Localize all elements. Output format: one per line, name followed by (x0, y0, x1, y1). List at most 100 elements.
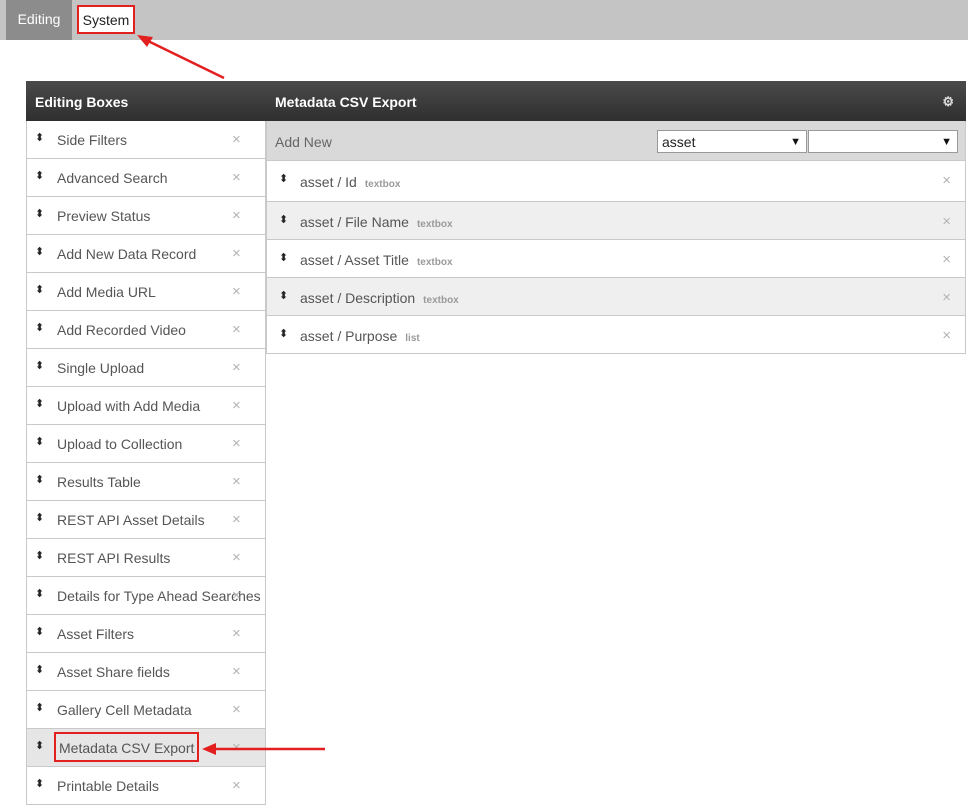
drag-handle-icon[interactable]: ⬍ (35, 131, 44, 144)
list-item[interactable]: ⬍ Asset Filters × (26, 615, 266, 653)
drag-handle-icon[interactable]: ⬍ (35, 397, 44, 410)
close-icon[interactable]: × (232, 283, 241, 300)
field-name: asset / Purpose list (300, 328, 420, 344)
close-icon[interactable]: × (232, 511, 241, 528)
field-name-text: asset / Purpose (300, 328, 398, 344)
add-new-row: Add New asset ▼ ▼ (266, 121, 966, 161)
editing-boxes-panel: Editing Boxes ⬍ Side Filters × ⬍ Advanced Se… (26, 81, 266, 805)
drag-handle-icon[interactable]: ⬍ (279, 172, 288, 185)
close-icon[interactable]: × (942, 213, 951, 230)
list-item-label: Gallery Cell Metadata (57, 702, 192, 718)
drag-handle-icon[interactable]: ⬍ (35, 739, 44, 752)
list-item[interactable]: ⬍ Add Recorded Video × (26, 311, 266, 349)
table-row[interactable]: ⬍ asset / Purpose list × (266, 316, 966, 354)
field-type-badge: list (405, 333, 420, 344)
drag-handle-icon[interactable]: ⬍ (35, 777, 44, 790)
list-item[interactable]: ⬍ Printable Details × (26, 767, 266, 805)
drag-handle-icon[interactable]: ⬍ (35, 207, 44, 220)
list-item[interactable]: ⬍ Add Media URL × (26, 273, 266, 311)
close-icon[interactable]: × (232, 587, 241, 604)
list-item[interactable]: ⬍ Side Filters × (26, 121, 266, 159)
close-icon[interactable]: × (232, 625, 241, 642)
drag-handle-icon[interactable]: ⬍ (35, 169, 44, 182)
drag-handle-icon[interactable]: ⬍ (35, 283, 44, 296)
list-item[interactable]: ⬍ Asset Share fields × (26, 653, 266, 691)
table-row[interactable]: ⬍ asset / Asset Title textbox × (266, 240, 966, 278)
list-item[interactable]: ⬍ Upload to Collection × (26, 425, 266, 463)
list-item-label: Details for Type Ahead Searches (57, 588, 261, 604)
close-icon[interactable]: × (232, 473, 241, 490)
list-item-label: Add New Data Record (57, 246, 197, 262)
field-type-badge: textbox (423, 295, 459, 306)
close-icon[interactable]: × (232, 739, 241, 756)
list-item[interactable]: ⬍ Details for Type Ahead Searches × (26, 577, 266, 615)
table-row[interactable]: ⬍ asset / File Name textbox × (266, 202, 966, 240)
editing-boxes-list: ⬍ Side Filters × ⬍ Advanced Search × ⬍ Preview … (26, 121, 266, 805)
field-select[interactable]: ▼ (808, 130, 958, 153)
field-type-badge: textbox (416, 257, 453, 268)
close-icon[interactable]: × (232, 207, 241, 224)
drag-handle-icon[interactable]: ⬍ (279, 251, 288, 264)
tab-editing[interactable]: Editing (6, 0, 72, 40)
close-icon[interactable]: × (232, 777, 241, 794)
close-icon[interactable]: × (232, 549, 241, 566)
list-item[interactable]: ⬍ Metadata CSV Export × (26, 729, 266, 767)
drag-handle-icon[interactable]: ⬍ (279, 327, 288, 340)
field-type-badge: textbox (364, 179, 401, 190)
list-item[interactable]: ⬍ Upload with Add Media × (26, 387, 266, 425)
drag-handle-icon[interactable]: ⬍ (35, 435, 44, 448)
close-icon[interactable]: × (232, 359, 241, 376)
list-item[interactable]: ⬍ Gallery Cell Metadata × (26, 691, 266, 729)
list-item-label: Asset Filters (57, 626, 135, 642)
list-item[interactable]: ⬍ Single Upload × (26, 349, 266, 387)
drag-handle-icon[interactable]: ⬍ (35, 663, 44, 676)
drag-handle-icon[interactable]: ⬍ (35, 625, 44, 638)
close-icon[interactable]: × (232, 435, 241, 452)
close-icon[interactable]: × (232, 701, 241, 718)
close-icon[interactable]: × (942, 327, 951, 344)
gear-icon[interactable]: ⚙ (942, 81, 954, 123)
list-item[interactable]: ⬍ Results Table × (26, 463, 266, 501)
list-item-label: Results Table (57, 474, 141, 490)
list-item[interactable]: ⬍ REST API Asset Details × (26, 501, 266, 539)
export-fields-list: ⬍ asset / Id textbox × ⬍ asset / File Name tex… (266, 161, 966, 354)
field-name-text: asset / Description (300, 290, 416, 306)
close-icon[interactable]: × (942, 251, 951, 268)
table-select[interactable]: asset ▼ (657, 130, 807, 153)
list-item[interactable]: ⬍ Advanced Search × (26, 159, 266, 197)
list-item-label: Upload with Add Media (57, 398, 201, 414)
list-item[interactable]: ⬍ Preview Status × (26, 197, 266, 235)
close-icon[interactable]: × (232, 397, 241, 414)
list-item[interactable]: ⬍ Add New Data Record × (26, 235, 266, 273)
close-icon[interactable]: × (232, 169, 241, 186)
drag-handle-icon[interactable]: ⬍ (279, 289, 288, 302)
list-item-label: Asset Share fields (57, 664, 170, 680)
close-icon[interactable]: × (232, 321, 241, 338)
list-item[interactable]: ⬍ REST API Results × (26, 539, 266, 577)
drag-handle-icon[interactable]: ⬍ (35, 359, 44, 372)
close-icon[interactable]: × (232, 663, 241, 680)
panel-title-bar: Metadata CSV Export ⚙ (266, 81, 966, 121)
list-item-label: Add Recorded Video (57, 322, 186, 338)
editing-boxes-title: Editing Boxes (26, 81, 266, 121)
table-row[interactable]: ⬍ asset / Id textbox × (266, 161, 966, 202)
drag-handle-icon[interactable]: ⬍ (35, 245, 44, 258)
list-item-label: Single Upload (57, 360, 145, 376)
field-type-badge: textbox (416, 219, 453, 230)
list-item-label: Preview Status (57, 208, 151, 224)
drag-handle-icon[interactable]: ⬍ (35, 473, 44, 486)
close-icon[interactable]: × (942, 289, 951, 306)
drag-handle-icon[interactable]: ⬍ (35, 321, 44, 334)
close-icon[interactable]: × (232, 245, 241, 262)
close-icon[interactable]: × (232, 131, 241, 148)
drag-handle-icon[interactable]: ⬍ (35, 511, 44, 524)
field-name: asset / Asset Title textbox (300, 252, 453, 268)
close-icon[interactable]: × (942, 172, 951, 189)
drag-handle-icon[interactable]: ⬍ (35, 587, 44, 600)
table-row[interactable]: ⬍ asset / Description textbox × (266, 278, 966, 316)
drag-handle-icon[interactable]: ⬍ (279, 213, 288, 226)
list-item-label: Advanced Search (57, 170, 168, 186)
tab-system[interactable]: System (77, 5, 135, 34)
drag-handle-icon[interactable]: ⬍ (35, 549, 44, 562)
drag-handle-icon[interactable]: ⬍ (35, 701, 44, 714)
